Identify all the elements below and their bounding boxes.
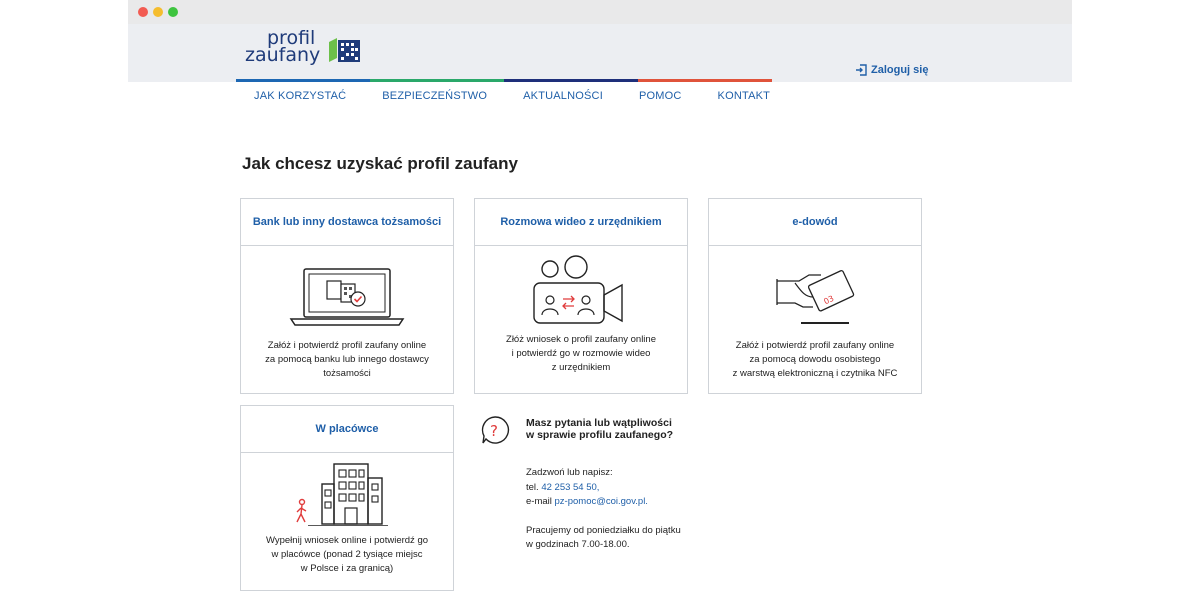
login-icon [856, 64, 867, 76]
card-title[interactable]: e-dowód [792, 216, 837, 228]
main-nav: JAK KORZYSTAĆ BEZPIECZEŃSTWO AKTUALNOŚCI… [236, 90, 806, 102]
close-window-dot[interactable] [138, 7, 148, 17]
card-title[interactable]: Rozmowa wideo z urzędnikiem [500, 216, 661, 228]
video-call-illustration-icon [475, 255, 687, 329]
email-line: e-mail pz-pomoc@coi.gov.pl. [526, 496, 648, 507]
hours-line-1: Pracujemy od poniedziałku do piątku [526, 525, 681, 536]
page-title: Jak chcesz uzyskać profil zaufany [242, 154, 518, 173]
email-label: e-mail [526, 496, 552, 507]
card-description: Załóż i potwierdź profil zaufany online … [732, 340, 898, 379]
card-header: e-dowód [709, 199, 921, 246]
logo-line2: zaufany [245, 44, 321, 66]
phone-link[interactable]: 42 253 54 50, [541, 482, 599, 493]
nav-pomoc[interactable]: POMOC [639, 90, 682, 102]
question-bubble-icon: ? [481, 416, 510, 444]
option-card-placowka[interactable]: W placówce Wypełnij wniosek online i pot… [240, 405, 454, 591]
phone-line: tel. 42 253 54 50, [526, 482, 599, 493]
card-header: Bank lub inny dostawca tożsamości [241, 199, 453, 246]
id-card-hand-illustration-icon: 03 [709, 263, 921, 329]
phone-label: tel. [526, 482, 539, 493]
card-header: W placówce [241, 406, 453, 453]
login-link[interactable]: Zaloguj się [855, 64, 928, 76]
nav-kontakt[interactable]: KONTAKT [718, 90, 771, 102]
header-color-stripe [236, 79, 772, 82]
browser-window: profil zaufany Zaloguj się JAK KORZYSTAĆ… [128, 0, 1072, 600]
option-card-bank[interactable]: Bank lub inny dostawca tożsamości Załóż … [240, 198, 454, 394]
login-label: Zaloguj się [871, 64, 929, 76]
profil-zaufany-logo[interactable]: profil zaufany [245, 29, 375, 74]
help-title: Masz pytania lub wątpliwości w sprawie p… [526, 417, 674, 441]
card-description: Załóż i potwierdź profil zaufany online … [265, 340, 429, 379]
option-card-video[interactable]: Rozmowa wideo z urzędnikiem Złóż wniosek… [474, 198, 688, 394]
hours-line-2: w godzinach 7.00-18.00. [526, 539, 630, 550]
site-header: profil zaufany Zaloguj się [128, 24, 1072, 82]
laptop-illustration-icon [241, 265, 453, 327]
minimize-window-dot[interactable] [153, 7, 163, 17]
nav-jak-korzystac[interactable]: JAK KORZYSTAĆ [254, 90, 346, 102]
card-title[interactable]: W placówce [316, 423, 379, 435]
email-link[interactable]: pz-pomoc@coi.gov.pl. [555, 496, 648, 507]
option-card-e-dowod[interactable]: e-dowód 03 Załóż i potwierdź profil zauf… [708, 198, 922, 394]
office-building-illustration-icon [241, 460, 453, 526]
nav-aktualnosci[interactable]: AKTUALNOŚCI [523, 90, 603, 102]
help-section: ? Masz pytania lub wątpliwości w sprawie… [474, 405, 774, 565]
contact-intro: Zadzwoń lub napisz: [526, 467, 613, 478]
card-header: Rozmowa wideo z urzędnikiem [475, 199, 687, 246]
card-title[interactable]: Bank lub inny dostawca tożsamości [253, 216, 441, 228]
logo-mark-icon [329, 38, 360, 62]
nav-bezpieczenstwo[interactable]: BEZPIECZEŃSTWO [382, 90, 487, 102]
card-description: Wypełnij wniosek online i potwierdź go w… [265, 535, 429, 574]
svg-text:?: ? [490, 422, 498, 440]
logo-text: profil zaufany [245, 29, 321, 66]
maximize-window-dot[interactable] [168, 7, 178, 17]
window-titlebar [128, 0, 1072, 24]
card-description: Złóż wniosek o profil zaufany online i p… [506, 334, 656, 373]
